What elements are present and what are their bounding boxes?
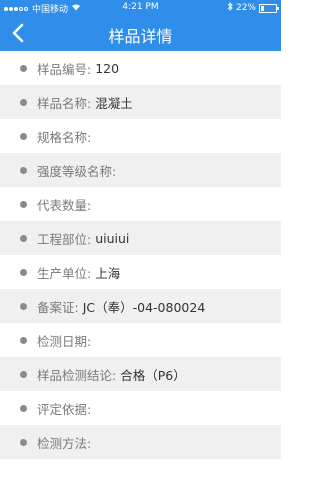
field-row-quantity: 代表数量: — [0, 187, 281, 221]
field-label: 检测方法: — [37, 435, 92, 451]
battery-percent: 22% — [235, 3, 256, 13]
bullet-icon — [20, 64, 27, 72]
field-value: 混凝土 — [95, 95, 133, 111]
field-value: uiuiui — [95, 230, 130, 246]
field-label: 评定依据: — [37, 401, 92, 417]
field-row-project-part: 工程部位: uiuiui — [0, 221, 281, 255]
battery-icon — [259, 3, 279, 13]
field-value: JC（奉）-04-080024 — [82, 299, 206, 315]
field-row-sample-no: 样品编号: 120 — [0, 51, 281, 85]
field-row-producer: 生产单位: 上海 — [0, 255, 281, 289]
status-bar: 中国移动 4:21 PM 22% — [0, 0, 281, 16]
bullet-icon — [20, 234, 27, 242]
page-title: 样品详情 — [108, 27, 173, 46]
field-value: 合格（P6） — [120, 367, 186, 383]
field-label: 备案证: — [37, 299, 79, 315]
bullet-icon — [20, 200, 27, 208]
field-label: 检测日期: — [37, 333, 92, 349]
field-value: 上海 — [95, 265, 121, 281]
status-right: 22% — [227, 1, 279, 14]
field-label: 工程部位: — [37, 231, 92, 247]
field-label: 强度等级名称: — [37, 163, 117, 179]
bullet-icon — [20, 302, 27, 310]
bullet-icon — [20, 132, 27, 140]
field-label: 生产单位: — [37, 265, 92, 281]
field-row-spec-name: 规格名称: — [0, 119, 281, 153]
field-row-record-cert: 备案证: JC（奉）-04-080024 — [0, 289, 281, 323]
field-row-test-date: 检测日期: — [0, 323, 281, 357]
field-row-strength-grade: 强度等级名称: — [0, 153, 281, 187]
bullet-icon — [20, 98, 27, 106]
field-label: 样品名称: — [37, 95, 92, 111]
bullet-icon — [20, 404, 27, 412]
field-row-test-method: 检测方法: — [0, 425, 281, 459]
field-label: 样品编号: — [37, 61, 92, 77]
bullet-icon — [20, 336, 27, 344]
field-label: 样品检测结论: — [37, 367, 117, 383]
bullet-icon — [20, 166, 27, 174]
bluetooth-icon — [227, 1, 233, 14]
field-row-sample-name: 样品名称: 混凝土 — [0, 85, 281, 119]
field-value: 120 — [95, 60, 120, 76]
field-label: 代表数量: — [37, 197, 92, 213]
bullet-icon — [20, 268, 27, 276]
nav-bar: 样品详情 — [0, 16, 281, 51]
bullet-icon — [20, 370, 27, 378]
bullet-icon — [20, 438, 27, 446]
field-label: 规格名称: — [37, 129, 92, 145]
field-row-evaluation-basis: 评定依据: — [0, 391, 281, 425]
field-row-test-conclusion: 样品检测结论: 合格（P6） — [0, 357, 281, 391]
detail-list: 样品编号: 120 样品名称: 混凝土 规格名称: 强度等级名称: 代表数量: … — [0, 51, 281, 459]
